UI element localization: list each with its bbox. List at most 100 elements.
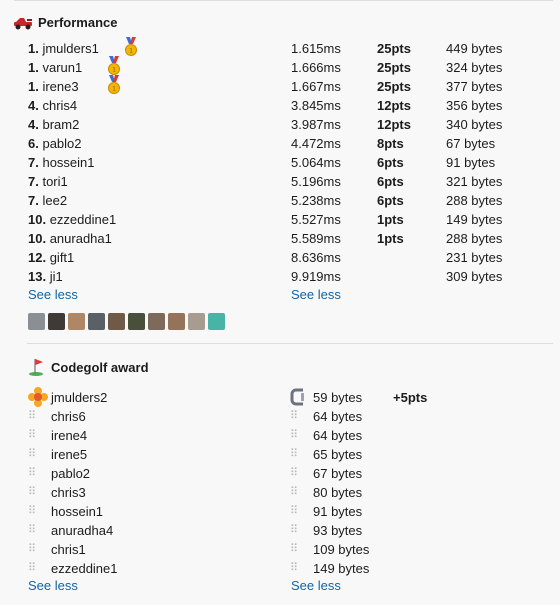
performance-entry: 4. bram2	[28, 115, 79, 134]
points: 6pts	[377, 193, 404, 208]
codegolf-see-less-right[interactable]: See less	[291, 578, 341, 593]
username: ezzeddine1	[49, 212, 117, 227]
drag-handle-icon[interactable]: ⠿	[28, 445, 36, 464]
byte-count: 288 bytes	[446, 231, 503, 246]
time: 1.666ms	[291, 60, 341, 75]
avatar[interactable]	[28, 313, 45, 330]
codegolf-row: ⠿ ⠿ chris6 64 bytes	[0, 407, 560, 426]
performance-entry: 1. jmulders1	[28, 39, 99, 58]
drag-handle-icon[interactable]: ⠿	[28, 426, 36, 445]
points: 25pts	[377, 79, 411, 94]
avatar[interactable]	[168, 313, 185, 330]
performance-entry: 7. tori1	[28, 172, 68, 191]
byte-count: 67 bytes	[313, 466, 363, 481]
drag-handle-icon[interactable]: ⠿	[290, 540, 298, 559]
codegolf-title: Codegolf award	[51, 359, 149, 375]
username: lee2	[42, 193, 68, 208]
drag-handle-icon[interactable]: ⠿	[28, 521, 36, 540]
drag-handle-icon[interactable]: ⠿	[28, 540, 36, 559]
byte-count: 321 bytes	[446, 174, 503, 189]
performance-row: 13. ji1 9.919ms 309 bytes	[0, 267, 560, 286]
time: 1.667ms	[291, 79, 341, 94]
performance-row: 7. tori1 5.196ms 6pts 321 bytes	[0, 172, 560, 191]
rank: 4.	[28, 98, 39, 113]
username: chris6	[51, 409, 86, 424]
byte-count: 65 bytes	[313, 447, 363, 462]
points: 1pts	[377, 212, 404, 227]
rank: 6.	[28, 136, 39, 151]
performance-row: 12. gift1 8.636ms 231 bytes	[0, 248, 560, 267]
codegolf-row: ⠿ ⠿ hossein1 91 bytes	[0, 502, 560, 521]
drag-handle-icon[interactable]: ⠿	[290, 407, 298, 426]
byte-count: 231 bytes	[446, 250, 503, 265]
drag-handle-icon[interactable]: ⠿	[28, 464, 36, 483]
performance-header: Performance	[12, 15, 117, 30]
avatar[interactable]	[68, 313, 85, 330]
drag-handle-icon[interactable]: ⠿	[290, 445, 298, 464]
section-divider	[27, 343, 553, 344]
performance-entry: 13. ji1	[28, 267, 63, 286]
performance-row: 10. ezzeddine1 5.527ms 1pts 149 bytes	[0, 210, 560, 229]
rank: 13.	[28, 269, 47, 284]
username: ezzeddine1	[51, 561, 118, 576]
drag-handle-icon[interactable]: ⠿	[290, 521, 298, 540]
byte-count: 67 bytes	[446, 136, 496, 151]
avatar[interactable]	[88, 313, 105, 330]
rank: 7.	[28, 193, 39, 208]
performance-row: 10. anuradha1 5.589ms 1pts 288 bytes	[0, 229, 560, 248]
drag-handle-icon[interactable]: ⠿	[28, 502, 36, 521]
c-clamp-icon	[290, 388, 304, 406]
username: anuradha1	[49, 231, 112, 246]
drag-handle-icon[interactable]: ⠿	[290, 483, 298, 502]
rank: 4.	[28, 117, 39, 132]
byte-count: 64 bytes	[313, 428, 363, 443]
drag-handle-icon[interactable]: ⠿	[28, 483, 36, 502]
byte-count: 449 bytes	[446, 41, 503, 56]
performance-row: 1. jmulders1 1 1.615ms 25pts 449 bytes	[0, 37, 560, 58]
codegolf-row: jmulders2 59 bytes +5pts	[0, 387, 560, 407]
drag-handle-icon[interactable]: ⠿	[28, 407, 36, 426]
performance-row: 1. irene3 1 1.667ms 25pts 377 bytes	[0, 75, 560, 96]
performance-row: 7. hossein1 5.064ms 6pts 91 bytes	[0, 153, 560, 172]
drag-handle-icon[interactable]: ⠿	[28, 559, 36, 578]
gold-medal-icon: 1	[108, 56, 120, 75]
avatar[interactable]	[208, 313, 225, 330]
codegolf-see-less-left[interactable]: See less	[28, 578, 78, 593]
byte-count: 149 bytes	[313, 561, 370, 576]
byte-count: 93 bytes	[313, 523, 363, 538]
drag-handle-icon[interactable]: ⠿	[290, 426, 298, 445]
drag-handle-icon[interactable]: ⠿	[290, 464, 298, 483]
byte-count: 91 bytes	[313, 504, 363, 519]
performance-entry: 6. pablo2	[28, 134, 82, 153]
points: 6pts	[377, 174, 404, 189]
performance-row: 7. lee2 5.238ms 6pts 288 bytes	[0, 191, 560, 210]
performance-row: 4. chris4 3.845ms 12pts 356 bytes	[0, 96, 560, 115]
avatar[interactable]	[108, 313, 125, 330]
avatar[interactable]	[188, 313, 205, 330]
performance-see-less-right[interactable]: See less	[291, 287, 341, 302]
performance-entry: 1. varun1	[28, 58, 82, 77]
byte-count: 377 bytes	[446, 79, 503, 94]
codegolf-row: ⠿ ⠿ chris3 80 bytes	[0, 483, 560, 502]
performance-see-less-left[interactable]: See less	[28, 287, 78, 302]
username: tori1	[42, 174, 68, 189]
performance-entry: 1. irene3	[28, 77, 79, 96]
avatar[interactable]	[128, 313, 145, 330]
rank: 1.	[28, 79, 39, 94]
performance-entry: 7. hossein1	[28, 153, 95, 172]
performance-entry: 12. gift1	[28, 248, 74, 267]
svg-text:1: 1	[112, 86, 116, 93]
rank: 7.	[28, 174, 39, 189]
username: varun1	[42, 60, 83, 75]
rank: 7.	[28, 155, 39, 170]
golf-flag-icon	[29, 359, 43, 376]
points: 25pts	[377, 60, 411, 75]
avatar[interactable]	[48, 313, 65, 330]
performance-entry: 7. lee2	[28, 191, 67, 210]
time: 5.527ms	[291, 212, 341, 227]
avatar[interactable]	[148, 313, 165, 330]
codegolf-row: ⠿ ⠿ anuradha4 93 bytes	[0, 521, 560, 540]
drag-handle-icon[interactable]: ⠿	[290, 502, 298, 521]
rank: 12.	[28, 250, 47, 265]
drag-handle-icon[interactable]: ⠿	[290, 559, 298, 578]
